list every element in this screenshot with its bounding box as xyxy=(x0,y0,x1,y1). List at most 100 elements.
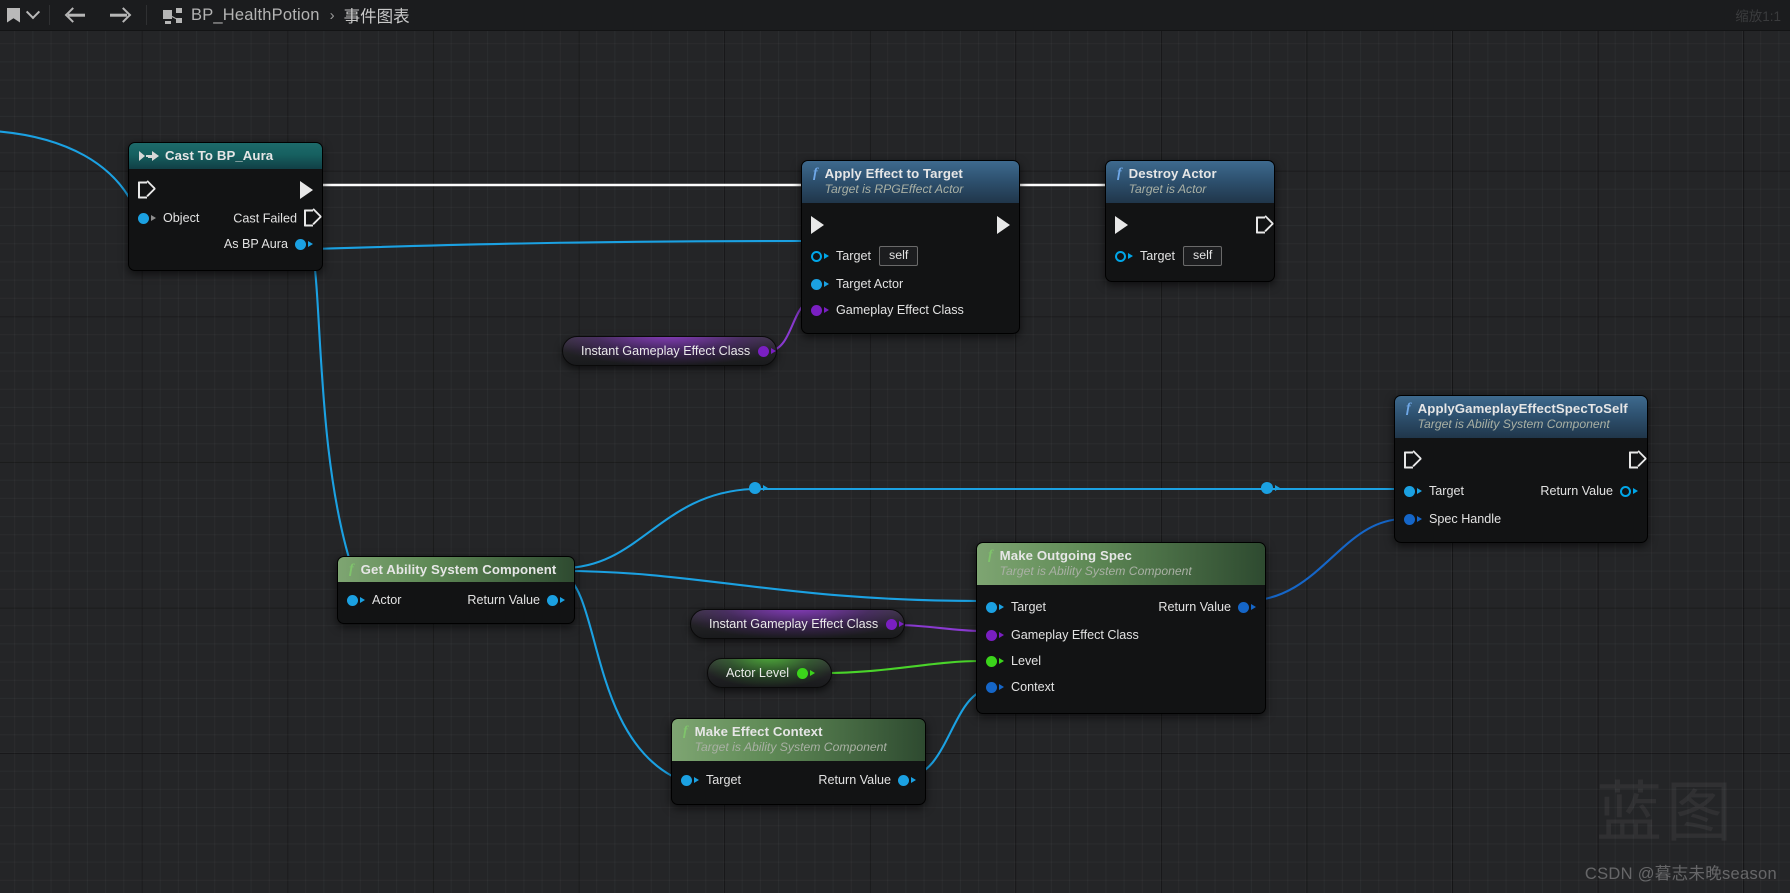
node-header[interactable]: f Make Effect Context Target is Ability … xyxy=(672,719,925,761)
pin-label: Return Value xyxy=(818,773,891,787)
pin-row-exec xyxy=(1106,209,1274,241)
node-header[interactable]: f Make Outgoing Spec Target is Ability S… xyxy=(977,543,1265,585)
breadcrumb-blueprint-name[interactable]: BP_HealthPotion xyxy=(191,6,320,25)
pin-arrow-icon xyxy=(824,253,829,259)
pin-label: Return Value xyxy=(1158,600,1231,614)
pin-output[interactable] xyxy=(758,345,777,357)
pin-return-value[interactable]: Return Value xyxy=(1158,600,1256,614)
pin-exec-out[interactable] xyxy=(1256,216,1265,234)
pin-arrow-icon xyxy=(810,670,815,676)
pin-dot xyxy=(1404,513,1415,525)
pin-arrow-icon xyxy=(694,777,699,783)
pin-object[interactable]: Object xyxy=(138,211,199,225)
pin-row-as-bp-aura: As BP Aura xyxy=(129,231,322,257)
function-icon: f xyxy=(813,166,818,181)
node-header[interactable]: f Apply Effect to Target Target is RPGEf… xyxy=(802,161,1019,203)
watermark-logo: 蓝图 xyxy=(1596,774,1736,851)
pin-target[interactable]: Target xyxy=(681,773,741,787)
pin-cast-failed[interactable]: Cast Failed xyxy=(233,209,313,227)
pin-target[interactable]: Target self xyxy=(1115,246,1223,266)
pin-return-value[interactable]: Return Value xyxy=(467,593,565,607)
pin-return-value[interactable]: Return Value xyxy=(818,773,916,787)
pin-exec-out[interactable] xyxy=(997,216,1010,234)
pin-exec-in[interactable] xyxy=(138,181,147,199)
pin-label: Target Actor xyxy=(836,277,904,291)
pin-context[interactable]: Context xyxy=(986,680,1054,694)
node-apply-gameplay-effect-spec-to-self[interactable]: f ApplyGameplayEffectSpecToSelf Target i… xyxy=(1394,395,1648,543)
pin-arrow-icon xyxy=(151,215,156,221)
pin-target-actor[interactable]: Target Actor xyxy=(811,277,903,291)
target-self-field[interactable]: self xyxy=(879,246,919,266)
pin-arrow-icon xyxy=(1417,516,1422,522)
pin-dot xyxy=(1404,485,1415,497)
reroute-knot-2[interactable] xyxy=(1261,482,1280,494)
pin-dot xyxy=(758,345,770,357)
pin-row-target: Target Return Value xyxy=(977,592,1265,622)
pin-spec-handle[interactable]: Spec Handle xyxy=(1404,512,1501,526)
blueprint-graph-canvas[interactable]: Cast To BP_Aura Object Cast Failed As BP… xyxy=(0,31,1790,893)
pin-dot xyxy=(1620,485,1631,497)
pin-target[interactable]: Target xyxy=(1404,484,1464,498)
pin-exec-out[interactable] xyxy=(300,181,313,199)
node-title: Destroy Actor xyxy=(1128,166,1217,181)
pin-exec-out[interactable] xyxy=(1629,451,1638,469)
node-cast-to-bp-aura[interactable]: Cast To BP_Aura Object Cast Failed As BP… xyxy=(128,142,323,271)
pin-as-bp-aura[interactable]: As BP Aura xyxy=(224,237,313,251)
pin-dot xyxy=(681,774,692,786)
node-header[interactable]: f ApplyGameplayEffectSpecToSelf Target i… xyxy=(1395,396,1647,438)
navigate-forward-button[interactable] xyxy=(98,0,144,31)
pin-exec-in[interactable] xyxy=(811,216,824,234)
pin-arrow-icon xyxy=(899,621,905,627)
node-instant-gameplay-effect-class-2[interactable]: Instant Gameplay Effect Class xyxy=(690,609,905,639)
pin-output[interactable] xyxy=(797,667,815,679)
graph-type-icon-button[interactable] xyxy=(149,0,191,31)
node-get-ability-system-component[interactable]: f Get Ability System Component Actor Ret… xyxy=(337,556,575,624)
pin-arrow-icon xyxy=(999,632,1004,638)
node-title: Make Outgoing Spec xyxy=(999,548,1132,563)
pin-target[interactable]: Target self xyxy=(811,246,919,266)
toolbar-divider xyxy=(49,5,50,25)
pin-dot xyxy=(797,667,808,679)
node-title: ApplyGameplayEffectSpecToSelf xyxy=(1417,401,1628,416)
pin-output[interactable] xyxy=(886,618,905,630)
node-destroy-actor[interactable]: f Destroy Actor Target is Actor Target s… xyxy=(1105,160,1275,282)
breadcrumb-graph-name[interactable]: 事件图表 xyxy=(344,3,410,27)
pin-label: Return Value xyxy=(467,593,540,607)
node-apply-effect-to-target[interactable]: f Apply Effect to Target Target is RPGEf… xyxy=(801,160,1020,334)
node-make-outgoing-spec[interactable]: f Make Outgoing Spec Target is Ability S… xyxy=(976,542,1266,714)
pin-row-exec xyxy=(129,175,322,205)
pin-return-value[interactable]: Return Value xyxy=(1540,484,1638,498)
node-title: Make Effect Context xyxy=(694,724,823,739)
reroute-knot-1[interactable] xyxy=(749,482,768,494)
bookmark-button[interactable] xyxy=(0,0,25,31)
pin-gameplay-effect-class[interactable]: Gameplay Effect Class xyxy=(811,303,964,317)
navigate-back-button[interactable] xyxy=(52,0,98,31)
node-header[interactable]: Cast To BP_Aura xyxy=(129,143,322,169)
pin-actor[interactable]: Actor xyxy=(347,593,401,607)
pin-label: Target xyxy=(836,249,872,263)
pin-dot xyxy=(986,601,997,613)
pin-label: Target xyxy=(706,773,742,787)
node-actor-level[interactable]: Actor Level xyxy=(707,658,832,688)
node-make-effect-context[interactable]: f Make Effect Context Target is Ability … xyxy=(671,718,926,805)
pin-exec-in[interactable] xyxy=(1115,216,1128,234)
pin-level[interactable]: Level xyxy=(986,654,1041,668)
target-self-field[interactable]: self xyxy=(1183,246,1223,266)
pin-exec-in[interactable] xyxy=(1404,451,1413,469)
node-instant-gameplay-effect-class-1[interactable]: Instant Gameplay Effect Class xyxy=(562,336,777,366)
pin-gameplay-effect-class[interactable]: Gameplay Effect Class xyxy=(986,628,1139,642)
function-icon: f xyxy=(1117,166,1122,181)
pin-arrow-icon xyxy=(771,348,777,354)
knot-arrow-icon xyxy=(763,485,768,491)
knot-pin[interactable] xyxy=(1261,482,1273,494)
node-header[interactable]: f Get Ability System Component xyxy=(338,557,574,582)
node-body: Target Return Value xyxy=(672,761,925,804)
bookmark-dropdown-button[interactable] xyxy=(25,0,47,31)
pin-arrow-icon xyxy=(360,597,365,603)
node-header[interactable]: f Destroy Actor Target is Actor xyxy=(1106,161,1274,203)
function-icon: f xyxy=(988,548,993,563)
pin-row-target: Target self xyxy=(1106,241,1274,271)
pin-target[interactable]: Target xyxy=(986,600,1046,614)
exec-pin-icon xyxy=(300,181,313,199)
knot-pin[interactable] xyxy=(749,482,761,494)
